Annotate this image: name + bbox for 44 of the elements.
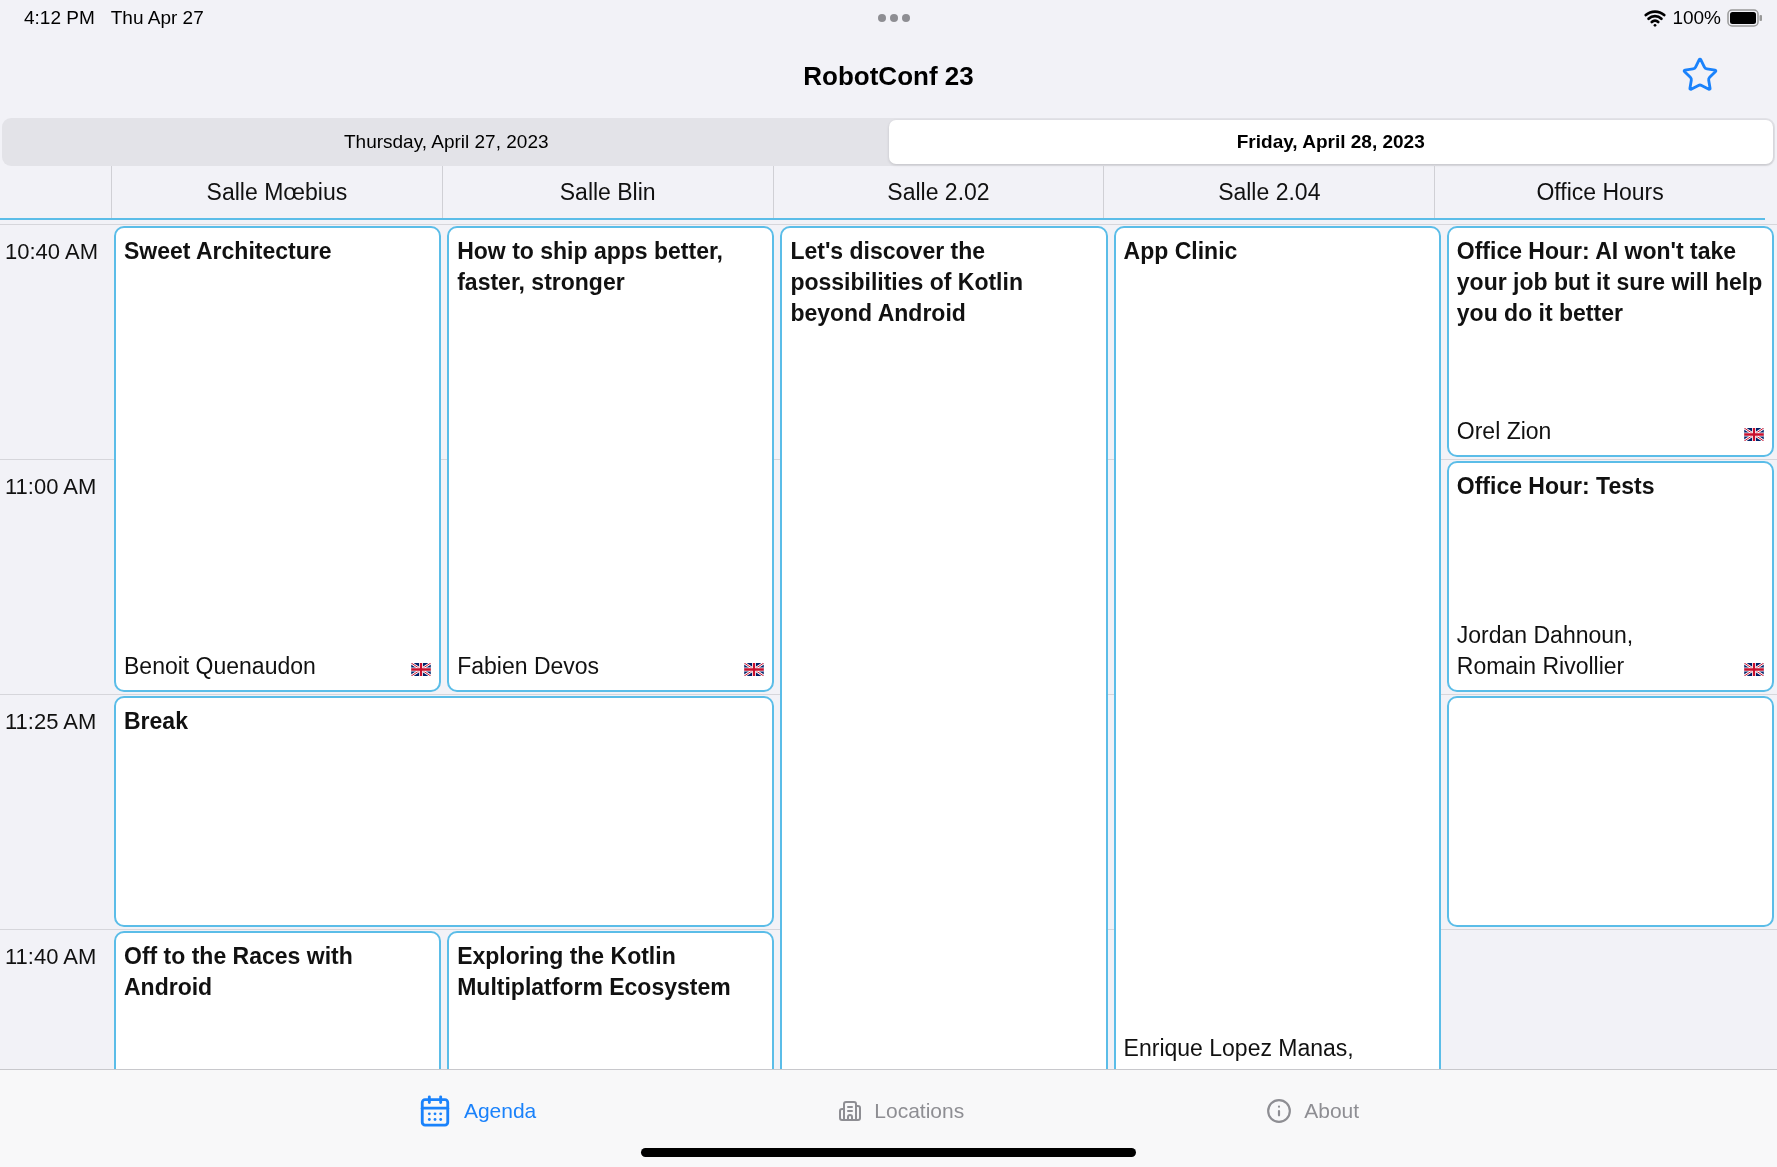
session-title: How to ship apps better, faster, stronger [457,237,724,297]
battery-percent: 100% [1672,7,1721,29]
time-label: 11:25 AM [0,694,111,929]
session-title: Break [124,707,189,736]
session-card[interactable]: How to ship apps better, faster, stronger Fabien Devos [447,226,775,692]
speaker-names: Fabien Devos [457,652,600,681]
session-card[interactable]: Sweet Architecture Benoit Quenaudon [114,226,442,692]
speaker-names: Enrique Lopez Manas, [1123,1034,1354,1063]
session-title: Let's discover the possibilities of Kotlin beyond Android [790,237,1024,328]
room-header: Salle 2.04 [1103,166,1435,218]
session-card[interactable]: Off to the Races with Android [114,931,442,1069]
session-title: Exploring the Kotlin Multiplatform Ecosystem [457,942,732,1002]
room-header: Office Hours [1434,166,1765,218]
app-title: RobotConf 23 [803,60,974,92]
status-date: Thu Apr 27 [110,7,204,29]
favorite-star-icon[interactable] [1681,56,1719,94]
info-icon [1266,1098,1293,1124]
session-title: Office Hour: Tests [1456,472,1656,501]
room-header: Salle 2.02 [772,166,1104,218]
session-title: Off to the Races with Android [124,942,354,1002]
tab-bar-item[interactable]: Agenda [411,1090,543,1132]
day-tab[interactable]: Friday, April 28, 2023 [888,120,1773,164]
status-time: 4:12 PM [24,7,95,29]
session-card[interactable]: Office Hour: AI won't take your job but it sure will help you do it better Orel Zion [1446,226,1774,457]
session-card[interactable]: Break [114,696,775,927]
session-card[interactable]: Exploring the Kotlin Multiplatform Ecosystem [447,931,775,1069]
session-title: Office Hour: AI won't take your job but it sure will help you do it better [1456,237,1764,328]
speaker-names: Benoit Quenaudon [124,652,316,681]
building-icon [838,1099,863,1123]
session-title: Sweet Architecture [124,237,333,266]
session-title: App Clinic [1123,237,1239,266]
session-card[interactable]: Office Hour: Tests Jordan Dahnoun, Romain Rivollier [1446,461,1774,692]
time-label: 11:00 AM [0,459,111,694]
time-label: 10:40 AM [0,224,111,459]
session-card[interactable]: App Clinic Enrique Lopez Manas, [1113,226,1441,1069]
speaker-names: Orel Zion [1456,417,1552,446]
wifi-icon [1644,7,1667,29]
room-header: Salle Mœbius [111,166,442,218]
speaker-names: Jordan Dahnoun, Romain Rivollier [1456,621,1634,681]
battery-icon [1727,9,1763,27]
room-header: Salle Blin [441,166,773,218]
day-tab[interactable]: Thursday, April 27, 2023 [4,120,889,164]
session-card[interactable]: Let's discover the possibilities of Kotlin beyond Android [780,226,1108,1069]
more-dots-icon[interactable] [875,13,912,23]
